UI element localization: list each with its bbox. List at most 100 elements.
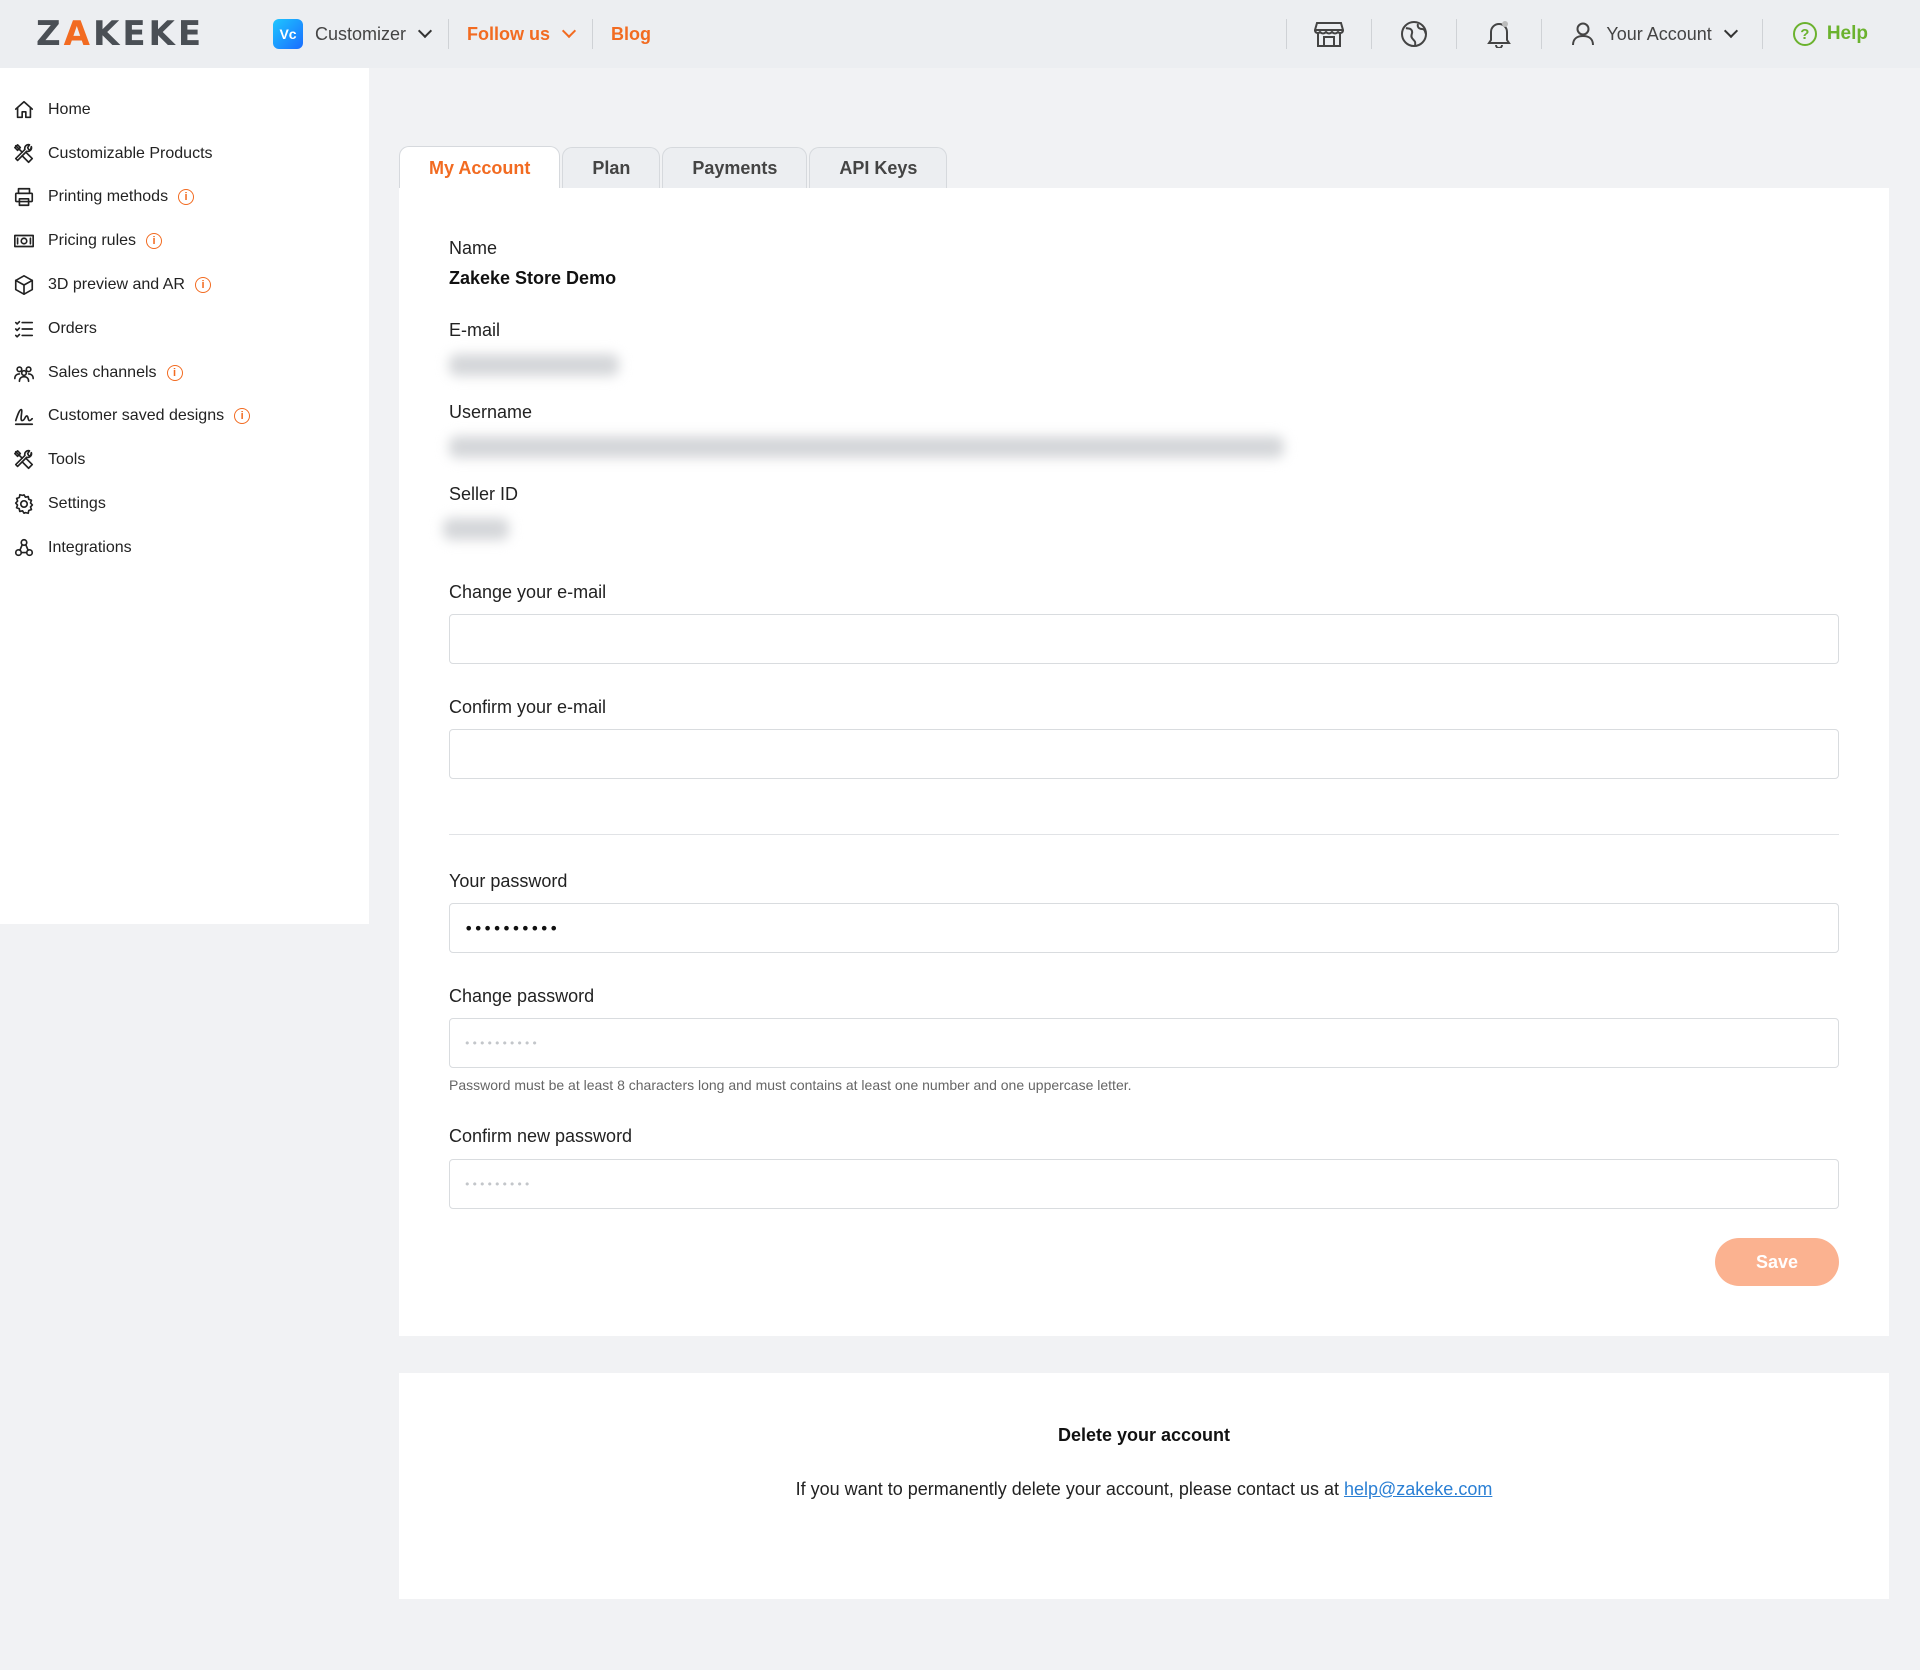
cube-icon [12, 273, 36, 297]
tools-icon [12, 142, 36, 166]
delete-account-title: Delete your account [1057, 1425, 1231, 1445]
my-account-card: Name Zakeke Store Demo E-mail Username S… [399, 188, 1889, 1336]
confirm-password-input[interactable]: ••••••••• [449, 1159, 1839, 1209]
chevron-down-icon [561, 23, 577, 39]
name-label: Name [449, 238, 498, 258]
seller-id-label: Seller ID [449, 484, 519, 504]
sidebar-item-label: Sales channels [48, 363, 157, 381]
divider [448, 19, 450, 49]
change-password-label: Change password [449, 986, 595, 1006]
sidebar-item-sales-channels[interactable]: Sales channels i [0, 351, 369, 395]
follow-us-label: Follow us [467, 23, 551, 44]
user-icon [1572, 22, 1595, 46]
home-icon [12, 98, 36, 122]
follow-us-dropdown[interactable]: Follow us [467, 23, 577, 45]
logo-text: Z [36, 14, 64, 54]
logo-accent: A [63, 14, 93, 54]
tab-payments[interactable]: Payments [662, 147, 808, 189]
people-icon [12, 361, 36, 385]
list-icon [12, 317, 36, 341]
save-button[interactable]: Save [1715, 1238, 1839, 1286]
sidebar-item-label: Home [48, 100, 91, 118]
chevron-down-icon [417, 23, 433, 39]
integrations-icon [12, 536, 36, 560]
help-email-link[interactable]: help@zakeke.com [1344, 1479, 1492, 1499]
account-tabs: My Account Plan Payments API Keys [399, 146, 949, 189]
sidebar-item-pricing-rules[interactable]: Pricing rules i [0, 219, 369, 263]
section-divider [449, 834, 1839, 835]
top-nav-right: Your Account ? Help [1286, 0, 1920, 68]
sidebar-item-label: Orders [48, 319, 97, 337]
tab-plan[interactable]: Plan [562, 147, 661, 189]
password-hint: Password must be at least 8 characters l… [449, 1077, 1132, 1093]
change-password-input[interactable]: •••••••••• [449, 1018, 1839, 1068]
sidebar-item-integrations[interactable]: Integrations [0, 526, 369, 570]
sidebar-item-label: Customer saved designs [48, 407, 225, 425]
divider [592, 19, 594, 49]
store-button[interactable] [1287, 0, 1371, 68]
customizer-label: Customizer [315, 23, 407, 44]
help-button[interactable]: ? Help [1763, 22, 1920, 46]
sidebar-item-customer-saved-designs[interactable]: Customer saved designs i [0, 395, 369, 439]
sidebar-item-home[interactable]: Home [0, 88, 369, 132]
top-nav: Vc Customizer Follow us Blog [273, 0, 651, 68]
zakeke-logo[interactable]: Z A KEKE [36, 14, 204, 54]
username-value-blurred [449, 436, 1284, 458]
your-account-label: Your Account [1606, 23, 1712, 44]
email-value-blurred [449, 354, 619, 376]
delete-account-card: Delete your account If you want to perma… [399, 1373, 1889, 1599]
sidebar-item-label: Integrations [48, 538, 132, 556]
store-icon [1314, 22, 1345, 47]
sidebar: Home Customizable Products Printing method… [0, 68, 369, 924]
confirm-email-label: Confirm your e-mail [449, 697, 607, 717]
sidebar-item-3d-preview-and-ar[interactable]: 3D preview and AR i [0, 263, 369, 307]
delete-account-text: If you want to permanently delete your a… [399, 1479, 1889, 1500]
question-icon: ? [1792, 22, 1817, 46]
help-label: Help [1826, 23, 1868, 44]
tools-icon [12, 448, 36, 472]
globe-icon [1401, 21, 1428, 47]
blog-link[interactable]: Blog [611, 24, 651, 45]
logo-text: KEKE [92, 14, 205, 54]
signature-icon [12, 404, 36, 428]
sidebar-item-label: Pricing rules [48, 232, 137, 250]
info-icon[interactable]: i [146, 233, 163, 250]
sidebar-item-label: Settings [48, 495, 106, 513]
customizer-badge-icon: Vc [273, 19, 303, 49]
confirm-password-label: Confirm new password [449, 1126, 633, 1146]
sidebar-item-tools[interactable]: Tools [0, 438, 369, 482]
sidebar-item-settings[interactable]: Settings [0, 482, 369, 526]
username-label: Username [449, 402, 533, 422]
info-icon[interactable]: i [194, 277, 211, 294]
sidebar-item-printing-methods[interactable]: Printing methods i [0, 176, 369, 220]
sidebar-item-customizable-products[interactable]: Customizable Products [0, 132, 369, 176]
password-input[interactable]: •••••••••• [449, 903, 1839, 953]
tab-my-account[interactable]: My Account [399, 146, 561, 189]
info-icon[interactable]: i [234, 408, 251, 425]
email-label: E-mail [449, 320, 501, 340]
notifications-button[interactable] [1457, 0, 1541, 68]
printer-icon [12, 185, 36, 209]
tab-api-keys[interactable]: API Keys [809, 147, 948, 189]
password-label: Your password [449, 871, 568, 891]
confirm-email-input[interactable] [449, 729, 1839, 779]
chevron-down-icon [1723, 23, 1738, 39]
sidebar-item-label: Printing methods [48, 188, 169, 206]
top-bar: Z A KEKE Vc Customizer Follow us Blog Yo… [0, 0, 1920, 68]
language-button[interactable] [1372, 0, 1456, 68]
money-icon [12, 229, 36, 253]
info-icon[interactable]: i [166, 364, 183, 381]
bell-icon [1487, 21, 1512, 48]
change-email-label: Change your e-mail [449, 582, 607, 602]
your-account-dropdown[interactable]: Your Account [1542, 22, 1761, 46]
change-email-input[interactable] [449, 614, 1839, 664]
seller-id-value-blurred [443, 518, 509, 540]
name-value: Zakeke Store Demo [449, 268, 617, 288]
sidebar-item-label: Customizable Products [48, 144, 213, 162]
sidebar-item-orders[interactable]: Orders [0, 307, 369, 351]
customizer-dropdown[interactable]: Vc Customizer [273, 19, 433, 49]
sidebar-item-label: 3D preview and AR [48, 276, 185, 294]
sidebar-item-label: Tools [48, 451, 86, 469]
gear-icon [12, 492, 36, 516]
info-icon[interactable]: i [178, 189, 195, 206]
